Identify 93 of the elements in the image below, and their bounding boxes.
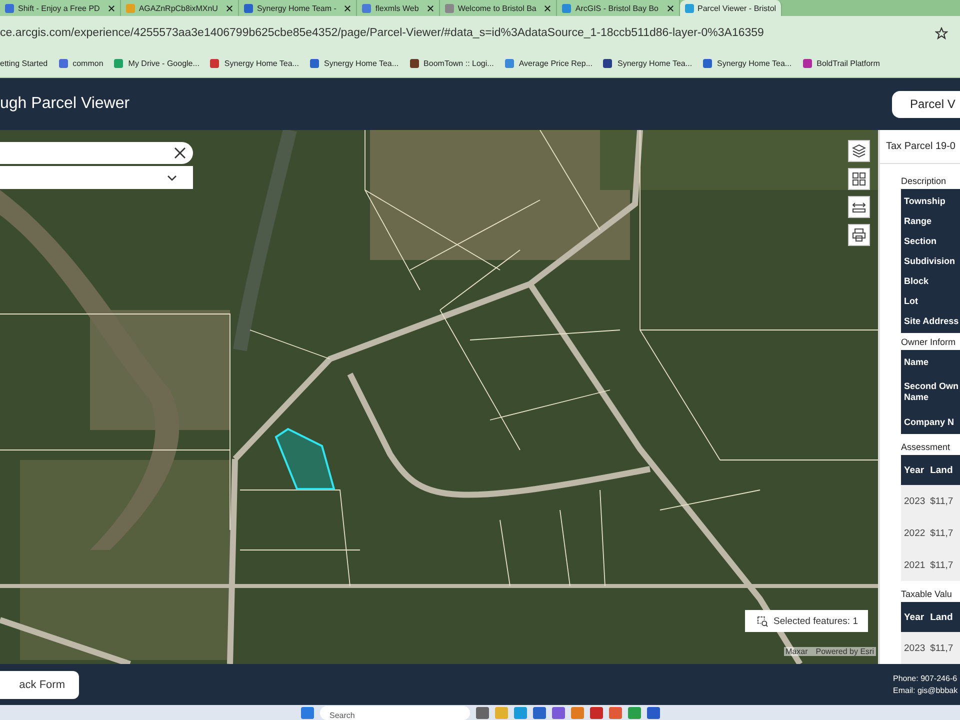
close-icon[interactable] [108,4,115,12]
favicon-icon [362,4,372,12]
close-icon[interactable] [226,4,233,12]
feedback-button[interactable]: ack Form [0,670,79,698]
app-title: ugh Parcel Viewer [0,95,130,113]
field-label: Site Address [904,314,960,328]
table-row: 2023 $11,7 [901,485,960,517]
browser-tab[interactable]: flexmls Web [357,0,440,16]
favicon-icon [802,59,812,68]
field-label: Block [904,274,930,288]
app-icon[interactable] [532,706,546,718]
bookmark-link[interactable]: BoomTown :: Logi... [410,59,494,68]
search-field[interactable] [0,142,193,164]
table-row: 2022 $11,7 [901,517,960,549]
field-label: Section [904,234,938,248]
table-row: 2021 $11,7 [901,549,960,581]
field-label: Name [904,356,930,368]
ruler-icon [852,200,866,214]
browser-tab[interactable]: Shift - Enjoy a Free PD [0,0,121,16]
header-button[interactable]: Parcel V [892,90,960,118]
app-icon[interactable] [608,706,622,718]
table-header: Year Land [901,602,960,632]
app-icon[interactable] [590,706,602,718]
close-icon[interactable] [174,147,186,159]
field-label: Township [904,194,946,208]
field-label: Range [904,214,933,228]
browser-tab[interactable]: Parcel Viewer - Bristol [680,0,782,16]
favicon-icon [5,4,14,12]
star-icon[interactable] [935,26,948,40]
field-label: Company N [904,416,956,429]
favicon-icon [684,4,694,12]
close-icon[interactable] [344,4,352,12]
app-icon[interactable] [646,706,660,718]
layers-icon [852,144,866,158]
favicon-icon [114,59,124,68]
close-icon[interactable] [666,4,674,12]
section-heading: Description [901,176,948,186]
close-icon[interactable] [544,4,552,12]
favicon-icon [210,59,220,68]
app-icon[interactable] [552,706,564,718]
start-icon[interactable] [300,706,314,718]
section-heading: Owner Inform [901,337,957,347]
bookmark-link[interactable]: My Drive - Google... [114,59,200,68]
print-button[interactable] [848,224,870,246]
bookmark-link[interactable]: Synergy Home Tea... [603,59,692,68]
attribution-text: Powered by Esri [816,647,874,656]
favicon-icon [603,59,612,68]
table-header: Year Land [901,455,960,485]
contact-text: Email: gis@bbbak [893,684,959,696]
app-icon[interactable] [628,706,640,718]
section-heading: Taxable Valu [901,589,953,599]
browser-tab[interactable]: ArcGIS - Bristol Bay Bo [557,0,680,16]
table-row: 2023 $11,7 [901,632,960,664]
satellite-map[interactable]: Selected features: 1 Maxar Powered by Esri [0,130,878,664]
panel-title: Tax Parcel 19-0 [880,130,960,164]
bookmark-link[interactable]: Synergy Home Tea... [210,59,299,68]
browser-tab[interactable]: AGAZnRpCb8ixMXnU [120,0,239,16]
favicon-icon [504,59,514,68]
field-label: Subdivision [904,254,956,268]
favicon-icon [562,4,572,12]
grid-icon [852,172,866,186]
favicon-icon [444,4,454,12]
favicon-icon [310,59,319,68]
layers-button[interactable] [848,140,870,162]
close-icon[interactable] [426,4,434,12]
printer-icon [852,228,866,242]
taskbar-search[interactable]: Search [320,706,470,720]
field-label: Second Own Name [904,380,960,404]
favicon-icon [58,59,68,68]
selection-icon [756,616,768,626]
measure-button[interactable] [848,196,870,218]
grid-button[interactable] [848,168,870,190]
attribution-text: Maxar [786,647,808,656]
section-heading: Assessment [901,442,952,452]
favicon-icon [703,59,712,68]
favicon-icon [244,4,253,12]
favicon-icon [126,4,135,12]
bookmark-link[interactable]: Synergy Home Tea... [310,59,399,68]
dropdown-field[interactable] [0,166,193,189]
favicon-icon [410,59,419,68]
bookmark-link[interactable]: etting Started [0,59,48,68]
browser-tab[interactable]: Welcome to Bristol Ba [440,0,558,16]
bookmark-link[interactable]: Synergy Home Tea... [703,59,792,68]
contact-text: Phone: 907-246-6 [893,672,958,684]
browser-tab[interactable]: Synergy Home Team - [238,0,358,16]
chevron-down-icon [167,174,177,180]
selected-parcel[interactable] [274,428,336,490]
bookmark-link[interactable]: BoldTrail Platform [802,59,880,68]
field-label: Lot [904,294,919,308]
app-icon[interactable] [476,706,488,718]
bookmark-link[interactable]: Average Price Rep... [504,59,592,68]
bookmark-link[interactable]: common [58,59,104,68]
selected-features-chip[interactable]: Selected features: 1 [744,610,868,632]
